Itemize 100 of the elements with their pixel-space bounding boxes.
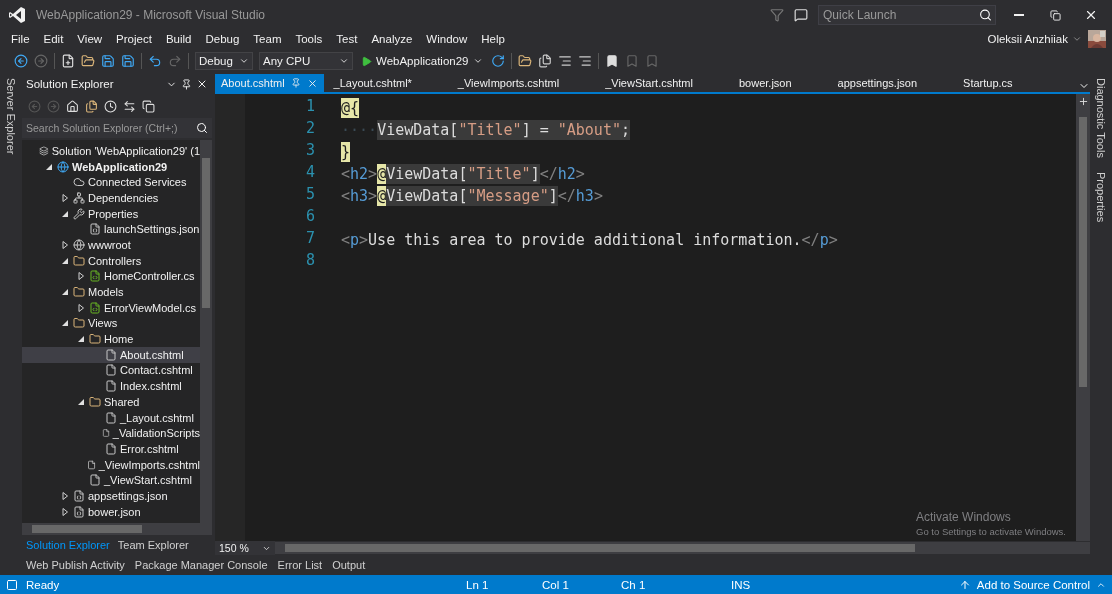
editor-tab[interactable]: About.cshtml xyxy=(215,74,324,92)
tree-item[interactable]: About.cshtml xyxy=(22,346,200,363)
tree-item[interactable]: Controllers xyxy=(22,252,200,269)
source-control-button[interactable]: Add to Source Control xyxy=(976,578,1090,591)
tree-item[interactable]: ErrorViewModel.cs xyxy=(22,299,200,316)
tree-item[interactable]: _Layout.cshtml xyxy=(22,409,200,426)
new-item-icon[interactable] xyxy=(61,54,75,68)
tree-item[interactable]: _ValidationScripts xyxy=(22,425,200,442)
menu-item[interactable]: Test xyxy=(329,33,365,45)
home-icon[interactable] xyxy=(66,99,79,113)
tree-item[interactable]: WebApplication29 xyxy=(22,158,200,175)
collapsed-arrow-icon[interactable] xyxy=(61,491,69,500)
tree-item[interactable]: wwwroot xyxy=(22,237,200,253)
collapsed-arrow-icon[interactable] xyxy=(77,303,85,312)
quick-launch-field[interactable]: Quick Launch xyxy=(818,5,996,25)
side-tab[interactable]: Server Explorer xyxy=(5,78,17,155)
split-icon[interactable] xyxy=(1077,96,1089,107)
undo-icon[interactable] xyxy=(148,54,162,68)
outdent-icon[interactable] xyxy=(577,54,592,68)
side-tab[interactable]: Diagnostic Tools xyxy=(1095,78,1107,158)
expanded-arrow-icon[interactable] xyxy=(61,319,69,328)
refresh-icon[interactable] xyxy=(490,54,505,68)
start-button[interactable]: WebApplication29 xyxy=(359,55,485,67)
close-icon xyxy=(1084,8,1098,22)
platform-dropdown[interactable]: Any CPU xyxy=(259,52,353,70)
collapse-icon[interactable] xyxy=(142,99,155,113)
tree-item[interactable]: Home xyxy=(22,331,200,347)
menu-item[interactable]: Build xyxy=(158,33,199,45)
tree-item[interactable]: bower.json xyxy=(22,503,200,520)
collapsed-arrow-icon[interactable] xyxy=(61,193,69,202)
scrollbar[interactable] xyxy=(200,140,212,523)
user-name[interactable]: Oleksii Anzhiiak xyxy=(987,33,1068,45)
menu-item[interactable]: Help xyxy=(474,33,512,45)
panel-tab[interactable]: Team Explorer xyxy=(113,537,193,553)
tree-item[interactable]: Models xyxy=(22,284,200,300)
expanded-arrow-icon[interactable] xyxy=(61,209,69,218)
close-icon[interactable] xyxy=(196,78,208,90)
tree-item[interactable]: Contact.cshtml xyxy=(22,362,200,379)
editor-tab[interactable]: appsettings.json xyxy=(831,74,924,92)
redo-icon[interactable] xyxy=(168,54,182,68)
back-icon[interactable] xyxy=(14,54,28,68)
collapsed-arrow-icon[interactable] xyxy=(77,272,85,281)
pages-icon[interactable] xyxy=(537,54,552,68)
editor-tab[interactable]: bower.json xyxy=(732,74,798,92)
tree-item[interactable]: appsettings.json xyxy=(22,488,200,504)
tree-item[interactable]: Dependencies xyxy=(22,190,200,206)
panel-tab[interactable]: Solution Explorer xyxy=(22,537,114,553)
save-icon[interactable] xyxy=(101,54,115,68)
configuration-dropdown[interactable]: Debug xyxy=(195,52,253,70)
editor-tab[interactable]: _Layout.cshtml* xyxy=(327,74,418,92)
tree-item[interactable]: Solution 'WebApplication29' (1 xyxy=(22,143,200,159)
tool-tab[interactable]: Error List xyxy=(273,559,327,571)
expanded-arrow-icon[interactable] xyxy=(77,335,85,344)
tree-item[interactable]: Views xyxy=(22,315,200,332)
tree-item[interactable]: Properties xyxy=(22,205,200,222)
tree-item[interactable]: Connected Services xyxy=(22,174,200,191)
indent-icon[interactable] xyxy=(557,54,572,68)
tree-item[interactable]: _ViewStart.cshtml xyxy=(22,472,200,489)
tree-item[interactable]: HomeController.cs xyxy=(22,268,200,285)
menu-item[interactable]: Tools xyxy=(288,33,330,45)
sync-icon[interactable] xyxy=(123,99,136,113)
clock-icon[interactable] xyxy=(104,99,117,113)
menu-item[interactable]: View xyxy=(70,33,110,45)
open-folder-icon[interactable] xyxy=(81,54,95,68)
tool-tab[interactable]: Web Publish Activity xyxy=(22,559,129,571)
menu-item[interactable]: File xyxy=(4,33,37,45)
side-tab[interactable]: Properties xyxy=(1095,171,1107,223)
menu-item[interactable]: Team xyxy=(246,33,289,45)
tool-tab[interactable]: Output xyxy=(328,559,370,571)
menu-item[interactable]: Project xyxy=(109,33,159,45)
scrollbar[interactable] xyxy=(1076,94,1090,541)
tree-item[interactable]: Shared xyxy=(22,394,200,410)
tree-item[interactable]: launchSettings.json xyxy=(22,221,200,238)
scrollbar[interactable] xyxy=(22,523,212,535)
editor-tab[interactable]: _ViewStart.cshtml xyxy=(599,74,699,92)
tree-item[interactable]: Index.cshtml xyxy=(22,378,200,394)
menu-item[interactable]: Window xyxy=(419,33,475,45)
bookmark-icon[interactable] xyxy=(604,54,619,68)
collapsed-arrow-icon[interactable] xyxy=(61,240,69,249)
expanded-arrow-icon[interactable] xyxy=(45,162,53,171)
menu-item[interactable]: Debug xyxy=(198,33,247,45)
editor-tab[interactable]: _ViewImports.cshtml xyxy=(451,74,566,92)
tree-item[interactable]: Error.cshtml xyxy=(22,441,200,457)
expanded-arrow-icon[interactable] xyxy=(77,397,85,406)
editor-tab[interactable]: Startup.cs xyxy=(957,74,1019,92)
menu-item[interactable]: Edit xyxy=(36,33,71,45)
expanded-arrow-icon[interactable] xyxy=(61,288,69,297)
feedback-icon[interactable] xyxy=(794,8,808,22)
menu-item[interactable]: Analyze xyxy=(364,33,420,45)
expanded-arrow-icon[interactable] xyxy=(61,256,69,265)
folder-icon[interactable] xyxy=(517,54,532,68)
collapsed-arrow-icon[interactable] xyxy=(61,507,69,516)
scrollbar[interactable] xyxy=(275,542,1090,554)
pages-icon[interactable] xyxy=(85,99,98,113)
zoom-dropdown[interactable]: 150 % xyxy=(215,541,275,555)
tree-item[interactable]: _ViewImports.cshtml xyxy=(22,456,200,473)
search-field[interactable]: Search Solution Explorer (Ctrl+;) xyxy=(22,118,212,138)
tool-tab[interactable]: Package Manager Console xyxy=(130,559,272,571)
save-all-icon[interactable] xyxy=(121,54,135,68)
pin-icon[interactable] xyxy=(181,78,192,90)
